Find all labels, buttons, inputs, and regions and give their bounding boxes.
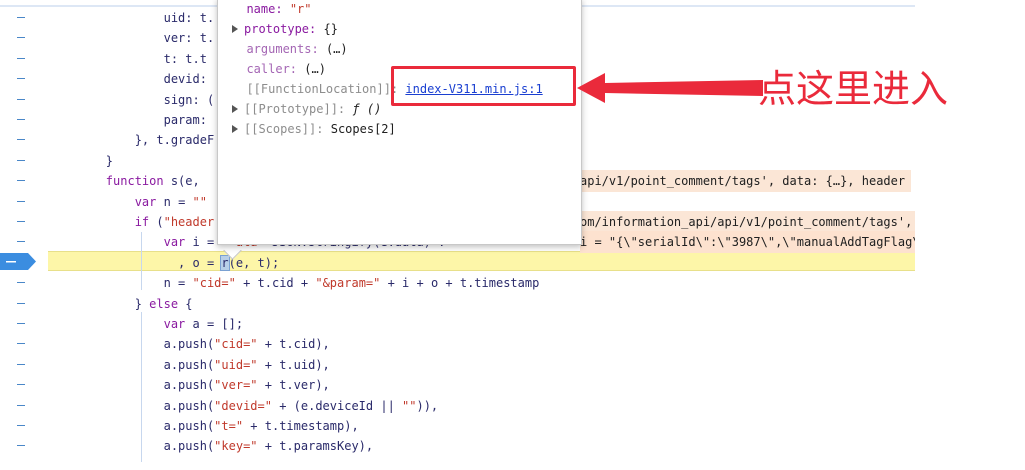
prop-name: name: "r" bbox=[232, 0, 312, 19]
expand-triangle-icon[interactable] bbox=[232, 124, 238, 133]
prop-scopes-key: [[Scopes]]: bbox=[244, 122, 324, 136]
prop-internal-prototype-key: [[Prototype]]: bbox=[244, 102, 346, 116]
expand-triangle-icon[interactable] bbox=[232, 104, 238, 113]
expand-triangle-icon[interactable] bbox=[232, 24, 238, 33]
gutter-line-marker[interactable] bbox=[17, 98, 25, 100]
prop-arguments-value[interactable]: (…) bbox=[326, 42, 348, 56]
gutter-line-marker[interactable] bbox=[17, 17, 25, 18]
prop-caller-key: caller: bbox=[246, 62, 298, 76]
gutter-line-marker[interactable] bbox=[17, 200, 25, 202]
gutter-line-marker[interactable] bbox=[17, 119, 25, 120]
prop-prototype-value: {} bbox=[323, 22, 338, 36]
prop-scopes-value: Scopes[2] bbox=[330, 122, 396, 136]
gutter-line-marker[interactable] bbox=[17, 159, 25, 161]
code-line[interactable]: , o = r(e, t); bbox=[48, 252, 915, 274]
line-gutter[interactable] bbox=[0, 0, 48, 470]
gutter-line-marker[interactable] bbox=[17, 282, 25, 284]
gutter-line-marker[interactable] bbox=[17, 363, 25, 365]
gutter-line-marker[interactable] bbox=[17, 445, 25, 447]
annotation-highlight-box bbox=[391, 66, 576, 106]
gutter-line-marker[interactable] bbox=[17, 78, 25, 80]
prop-function-location-key: [[FunctionLocation]]: bbox=[246, 82, 399, 96]
code-line[interactable]: a.push("uid=" + t.uid), bbox=[48, 354, 915, 376]
code-line[interactable]: a.push("cid=" + t.cid), bbox=[48, 333, 915, 355]
gutter-line-marker[interactable] bbox=[17, 384, 25, 386]
prop-name-key: name: bbox=[246, 2, 283, 16]
gutter-line-marker[interactable] bbox=[17, 425, 25, 426]
prop-internal-prototype-value: ƒ () bbox=[352, 102, 382, 116]
prop-arguments[interactable]: arguments: (…) bbox=[232, 39, 348, 59]
gutter-line-marker[interactable] bbox=[17, 37, 25, 39]
code-line[interactable]: } else { bbox=[48, 293, 915, 315]
code-line[interactable]: a.push("t=" + t.timestamp), bbox=[48, 415, 915, 437]
prop-arguments-key: arguments: bbox=[246, 42, 319, 56]
prop-prototype-key: prototype: bbox=[244, 22, 317, 36]
gutter-line-marker[interactable] bbox=[17, 139, 25, 141]
object-preview-popup[interactable]: name: "r" prototype: {} arguments: (…) c… bbox=[217, 0, 582, 245]
code-line[interactable]: var a = []; bbox=[48, 313, 915, 335]
annotation-arrow-icon bbox=[577, 73, 763, 103]
prop-internal-prototype[interactable]: [[Prototype]]: ƒ () bbox=[232, 99, 381, 119]
gutter-line-marker[interactable] bbox=[17, 323, 25, 324]
prop-name-value: "r" bbox=[289, 2, 312, 16]
prop-scopes[interactable]: [[Scopes]]: Scopes[2] bbox=[232, 119, 396, 139]
inline-value-preview: api/v1/point_comment/tags', data: {…}, h… bbox=[580, 170, 912, 193]
code-line[interactable]: a.push("devid=" + (e.deviceId || "")), bbox=[48, 395, 915, 417]
code-line[interactable]: a.push("ver=" + t.ver), bbox=[48, 374, 915, 396]
annotation-label: 点这里进入 bbox=[758, 67, 949, 111]
prop-prototype[interactable]: prototype: {} bbox=[232, 19, 338, 39]
breakpoint-marker[interactable] bbox=[0, 253, 36, 270]
code-line[interactable]: n = "cid=" + t.cid + "&param=" + i + o +… bbox=[48, 272, 915, 294]
inline-value-preview: om/information_api/api/v1/point_comment/… bbox=[580, 211, 915, 233]
code-line[interactable]: a.push("key=" + t.paramsKey), bbox=[48, 435, 915, 457]
gutter-line-marker[interactable] bbox=[17, 180, 25, 182]
gutter-line-marker[interactable] bbox=[17, 404, 25, 406]
inline-value-preview: i = "{\"serialId\":\"3987\",\"manualAddT… bbox=[580, 231, 915, 254]
prop-caller-value[interactable]: (…) bbox=[304, 62, 326, 76]
gutter-line-marker[interactable] bbox=[17, 241, 25, 243]
gutter-line-marker[interactable] bbox=[17, 302, 25, 304]
prop-caller[interactable]: caller: (…) bbox=[232, 59, 326, 79]
hovered-token[interactable]: r bbox=[220, 254, 230, 271]
gutter-line-marker[interactable] bbox=[17, 57, 25, 59]
gutter-line-marker[interactable] bbox=[17, 343, 25, 345]
gutter-line-marker[interactable] bbox=[17, 221, 25, 222]
